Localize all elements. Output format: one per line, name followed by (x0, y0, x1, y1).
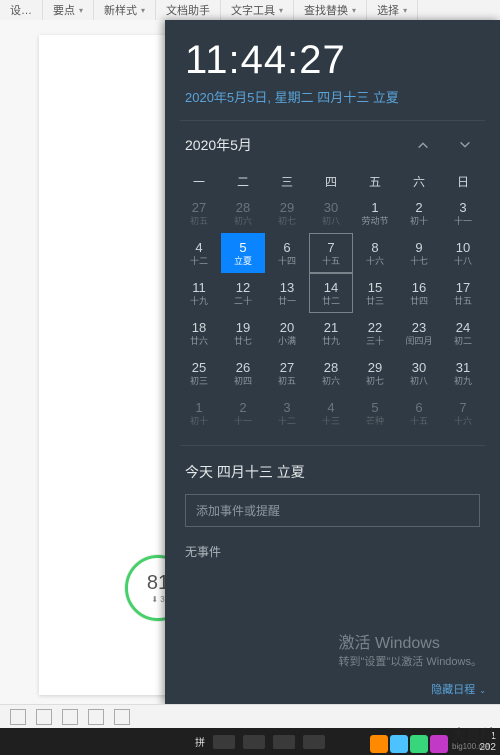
day-cell[interactable]: 30初八 (309, 193, 353, 233)
watermark-title: 大百科 (452, 729, 494, 741)
weekday: 三 (265, 169, 309, 193)
activate-sub: 转到"设置"以激活 Windows。 (339, 653, 483, 669)
menu-find-replace[interactable]: 查找替换▾ (294, 0, 367, 20)
taskbar-item[interactable] (213, 735, 235, 749)
score-sub: ⬇ 3 (151, 595, 164, 604)
day-cell[interactable]: 8十六 (353, 233, 397, 273)
day-cell[interactable]: 18廿六 (177, 313, 221, 353)
prev-month-button[interactable] (416, 138, 430, 152)
day-cell[interactable]: 1劳动节 (353, 193, 397, 233)
day-cell[interactable]: 2十一 (221, 393, 265, 433)
menu-settings[interactable]: 设… (0, 0, 43, 20)
editor-statusbar (0, 704, 500, 728)
month-header: 2020年5月 (165, 121, 500, 165)
day-cell[interactable]: 27初五 (265, 353, 309, 393)
watermark-url: big100.net (452, 741, 494, 753)
day-cell[interactable]: 4十三 (309, 393, 353, 433)
weekday: 四 (309, 169, 353, 193)
menu-select[interactable]: 选择▾ (367, 0, 418, 20)
day-cell[interactable]: 20小满 (265, 313, 309, 353)
day-cell[interactable]: 6十五 (397, 393, 441, 433)
day-cell[interactable]: 16廿四 (397, 273, 441, 313)
agenda-title: 今天 四月十三 立夏 (185, 462, 480, 482)
day-cell[interactable]: 4十二 (177, 233, 221, 273)
menu-new-style[interactable]: 新样式▾ (94, 0, 156, 20)
day-cell[interactable]: 3十一 (441, 193, 485, 233)
day-cell[interactable]: 1初十 (177, 393, 221, 433)
clock-time: 11:44:27 (165, 20, 500, 87)
day-cell[interactable]: 22三十 (353, 313, 397, 353)
read-mode-icon[interactable] (36, 709, 52, 725)
no-event-label: 无事件 (185, 543, 480, 560)
chevron-down-icon: ⌄ (479, 686, 486, 695)
day-cell-selected[interactable]: 5立夏 (221, 233, 265, 273)
day-cell[interactable]: 2初十 (397, 193, 441, 233)
day-cell[interactable]: 21廿九 (309, 313, 353, 353)
add-event-input[interactable]: 添加事件或提醒 (185, 494, 480, 527)
menu-points[interactable]: 要点▾ (43, 0, 94, 20)
site-watermark: 大百科 big100.net (370, 729, 494, 753)
day-cell[interactable]: 29初七 (265, 193, 309, 233)
weekday: 日 (441, 169, 485, 193)
day-cell[interactable]: 7十六 (441, 393, 485, 433)
edit-icon[interactable] (62, 709, 78, 725)
clock-date[interactable]: 2020年5月5日, 星期二 四月十三 立夏 (165, 87, 500, 120)
day-cell[interactable]: 24初二 (441, 313, 485, 353)
day-cell[interactable]: 29初七 (353, 353, 397, 393)
day-cell[interactable]: 28初六 (309, 353, 353, 393)
logo-square (370, 735, 388, 753)
page-view-icon[interactable] (88, 709, 104, 725)
day-cell[interactable]: 13廿一 (265, 273, 309, 313)
day-cell[interactable]: 28初六 (221, 193, 265, 233)
day-cell[interactable]: 30初八 (397, 353, 441, 393)
day-cell[interactable]: 15廿三 (353, 273, 397, 313)
calendar-grid: 一 二 三 四 五 六 日 27初五 28初六 29初七 30初八 1劳动节 2… (165, 165, 500, 445)
outline-view-icon[interactable] (114, 709, 130, 725)
day-cell[interactable]: 12二十 (221, 273, 265, 313)
next-month-button[interactable] (458, 138, 472, 152)
agenda-section: 今天 四月十三 立夏 添加事件或提醒 无事件 (165, 446, 500, 608)
day-cell-hover[interactable]: 14廿二 (309, 273, 353, 313)
day-cell[interactable]: 31初九 (441, 353, 485, 393)
day-cell[interactable]: 26初四 (221, 353, 265, 393)
day-cell[interactable]: 23闰四月 (397, 313, 441, 353)
day-cell[interactable]: 3十二 (265, 393, 309, 433)
day-cell[interactable]: 27初五 (177, 193, 221, 233)
weekday: 六 (397, 169, 441, 193)
menu-text-tools[interactable]: 文字工具▾ (221, 0, 294, 20)
weekday: 二 (221, 169, 265, 193)
app-menubar: 设… 要点▾ 新样式▾ 文档助手 文字工具▾ 查找替换▾ 选择▾ (0, 0, 500, 21)
taskbar-item[interactable] (303, 735, 325, 749)
weekday-header: 一 二 三 四 五 六 日 (177, 169, 488, 193)
taskbar-item[interactable] (243, 735, 265, 749)
day-cell[interactable]: 19廿七 (221, 313, 265, 353)
logo-square (430, 735, 448, 753)
weekday: 一 (177, 169, 221, 193)
logo-square (410, 735, 428, 753)
day-cell[interactable]: 17廿五 (441, 273, 485, 313)
taskbar-item[interactable] (273, 735, 295, 749)
fullscreen-icon[interactable] (10, 709, 26, 725)
ime-indicator[interactable]: 拼 (195, 734, 205, 749)
day-cell[interactable]: 5芒种 (353, 393, 397, 433)
calendar-flyout: 11:44:27 2020年5月5日, 星期二 四月十三 立夏 2020年5月 … (165, 20, 500, 705)
day-cell-hover[interactable]: 7十五 (309, 233, 353, 273)
activate-title: 激活 Windows (339, 629, 483, 653)
menu-doc-assistant[interactable]: 文档助手 (156, 0, 221, 20)
day-cell[interactable]: 25初三 (177, 353, 221, 393)
day-cell[interactable]: 10十八 (441, 233, 485, 273)
hide-agenda-button[interactable]: 隐藏日程⌄ (431, 681, 486, 697)
day-cell[interactable]: 9十七 (397, 233, 441, 273)
weekday: 五 (353, 169, 397, 193)
activate-windows-watermark: 激活 Windows 转到"设置"以激活 Windows。 (339, 629, 483, 669)
logo-square (390, 735, 408, 753)
day-cell[interactable]: 11十九 (177, 273, 221, 313)
day-cell[interactable]: 6十四 (265, 233, 309, 273)
month-label[interactable]: 2020年5月 (185, 135, 252, 155)
